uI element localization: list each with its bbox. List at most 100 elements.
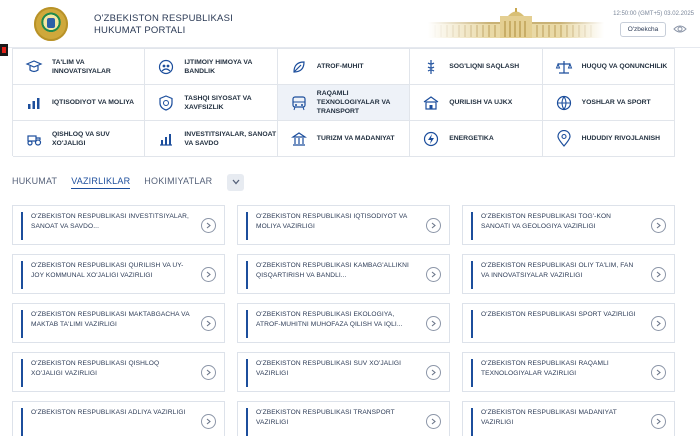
chevron-right-icon[interactable]: [201, 414, 216, 429]
category-label: TASHQI SIYOSAT VA XAVFSIZLIK: [184, 94, 252, 111]
category-label: QISHLOQ VA SUV XO'JALIGI: [52, 130, 110, 147]
category-foreign-policy[interactable]: TASHQI SIYOSAT VA XAVFSIZLIK: [145, 85, 278, 121]
youth-sport-icon: [555, 94, 573, 112]
language-selector-button[interactable]: O'zbekcha: [620, 22, 666, 37]
chevron-down-icon: [232, 179, 240, 185]
economy-icon: [25, 94, 43, 112]
ministry-name: O'ZBEKISTON RESPUBLIKASI SUV XO'JALIGI V…: [256, 360, 402, 377]
category-label: QURILISH VA UJKX: [449, 99, 513, 106]
ministry-card[interactable]: O'ZBEKISTON RESPUBLIKASI KAMBAG'ALLIKNI …: [237, 254, 450, 294]
side-widget-tab[interactable]: [0, 44, 8, 56]
category-law[interactable]: HUQUQ VA QONUNCHILIK: [542, 49, 675, 85]
chevron-right-icon[interactable]: [426, 218, 441, 233]
category-health[interactable]: SOG'LIQNI SAQLASH: [410, 49, 543, 85]
ministry-name: O'ZBEKISTON RESPUBLIKASI INVESTITSIYALAR…: [31, 213, 189, 230]
eye-icon[interactable]: [673, 24, 687, 34]
ministry-name: O'ZBEKISTON RESPUBLIKASI IQTISODIYOT VA …: [256, 213, 407, 230]
chevron-right-icon[interactable]: [201, 365, 216, 380]
chevron-right-icon[interactable]: [201, 218, 216, 233]
agriculture-icon: [25, 130, 43, 148]
category-label: YOSHLAR VA SPORT: [581, 99, 651, 106]
tab-hukumat[interactable]: HUKUMAT: [12, 176, 57, 188]
health-icon: [422, 58, 440, 76]
chevron-right-icon[interactable]: [651, 218, 666, 233]
foreign-policy-icon: [157, 94, 175, 112]
ministry-card[interactable]: O'ZBEKISTON RESPUBLIKASI ADLIYA VAZIRLIG…: [12, 401, 225, 436]
category-regional[interactable]: HUDUDIY RIVOJLANISH: [542, 121, 675, 157]
portal-title-line2: HUKUMAT PORTALI: [94, 25, 186, 36]
ministry-card[interactable]: O'ZBEKISTON RESPUBLIKASI OLIY TA'LIM, FA…: [462, 254, 675, 294]
portal-title[interactable]: O'ZBEKISTON RESPUBLIKASI HUKUMAT PORTALI: [94, 13, 233, 37]
state-emblem-logo[interactable]: [34, 7, 68, 41]
chevron-right-icon[interactable]: [426, 316, 441, 331]
category-youth-sport[interactable]: YOSHLAR VA SPORT: [542, 85, 675, 121]
environment-icon: [290, 58, 308, 76]
ministry-card[interactable]: O'ZBEKISTON RESPUBLIKASI RAQAMLI TEXNOLO…: [462, 352, 675, 392]
category-label: RAQAMLI TEXNOLOGIYALAR VA TRANSPORT: [316, 90, 391, 115]
category-agriculture[interactable]: QISHLOQ VA SUV XO'JALIGI: [13, 121, 146, 157]
investment-icon: [157, 130, 175, 148]
chevron-right-icon[interactable]: [426, 414, 441, 429]
category-label: ENERGETIKA: [449, 135, 494, 142]
tabs-dropdown-toggle[interactable]: [227, 173, 245, 191]
law-icon: [555, 58, 573, 76]
ministry-name: O'ZBEKISTON RESPUBLIKASI MAKTABGACHA VA …: [31, 311, 190, 328]
category-label: IQTISODIYOT VA MOLIYA: [52, 99, 135, 106]
ministry-card[interactable]: O'ZBEKISTON RESPUBLIKASI TOG'-KON SANOAT…: [462, 205, 675, 245]
government-building-illustration: [428, 8, 604, 38]
ministry-card[interactable]: O'ZBEKISTON RESPUBLIKASI TRANSPORT VAZIR…: [237, 401, 450, 436]
ministry-name: O'ZBEKISTON RESPUBLIKASI ADLIYA VAZIRLIG…: [31, 409, 186, 416]
category-social-protection[interactable]: IJTIMOIY HIMOYA VA BANDLIK: [145, 49, 278, 85]
category-investment[interactable]: INVESTITSIYALAR, SANOAT VA SAVDO: [145, 121, 278, 157]
chevron-right-icon[interactable]: [201, 316, 216, 331]
category-label: IJTIMOIY HIMOYA VA BANDLIK: [184, 58, 253, 75]
current-datetime: 12:50:00 (GMT+5) 03.02.2025: [613, 11, 694, 17]
chevron-right-icon[interactable]: [651, 267, 666, 282]
category-label: ATROF-MUHIT: [316, 63, 364, 70]
ministry-card[interactable]: O'ZBEKISTON RESPUBLIKASI SUV XO'JALIGI V…: [237, 352, 450, 392]
ministry-card[interactable]: O'ZBEKISTON RESPUBLIKASI IQTISODIYOT VA …: [237, 205, 450, 245]
category-tourism[interactable]: TURIZM VA MADANIYAT: [277, 121, 411, 157]
regional-icon: [555, 129, 573, 148]
chevron-right-icon[interactable]: [201, 267, 216, 282]
directory-tabs: HUKUMAT VAZIRLIKLAR HOKIMIYATLAR: [12, 172, 245, 192]
category-label: SOG'LIQNI SAQLASH: [449, 63, 520, 70]
category-economy[interactable]: IQTISODIYOT VA MOLIYA: [13, 85, 146, 121]
ministry-card[interactable]: O'ZBEKISTON RESPUBLIKASI QISHLOQ XO'JALI…: [12, 352, 225, 392]
chevron-right-icon[interactable]: [426, 365, 441, 380]
ministry-card[interactable]: O'ZBEKISTON RESPUBLIKASI QURILISH VA UY-…: [12, 254, 225, 294]
chevron-right-icon[interactable]: [426, 267, 441, 282]
category-label: HUDUDIY RIVOJLANISH: [581, 135, 661, 142]
social-protection-icon: [157, 58, 175, 76]
category-environment[interactable]: ATROF-MUHIT: [277, 49, 411, 85]
category-energy[interactable]: ENERGETIKA: [410, 121, 543, 157]
category-digital-transport[interactable]: RAQAMLI TEXNOLOGIYALAR VA TRANSPORT: [277, 85, 411, 121]
tab-vazirliklar[interactable]: VAZIRLIKLAR: [71, 176, 131, 189]
category-education[interactable]: TA'LIM VA INNOVATSIYALAR: [13, 49, 146, 85]
ministry-card[interactable]: O'ZBEKISTON RESPUBLIKASI MAKTABGACHA VA …: [12, 303, 225, 343]
category-label: TA'LIM VA INNOVATSIYALAR: [52, 58, 111, 75]
ministry-name: O'ZBEKISTON RESPUBLIKASI QISHLOQ XO'JALI…: [31, 360, 160, 377]
ministry-card[interactable]: O'ZBEKISTON RESPUBLIKASI EKOLOGIYA, ATRO…: [237, 303, 450, 343]
ministry-name: O'ZBEKISTON RESPUBLIKASI TRANSPORT VAZIR…: [256, 409, 395, 426]
tab-hokimiyatlar[interactable]: HOKIMIYATLAR: [144, 176, 212, 188]
category-label: TURIZM VA MADANIYAT: [316, 135, 395, 142]
ministry-card[interactable]: O'ZBEKISTON RESPUBLIKASI INVESTITSIYALAR…: [12, 205, 225, 245]
ministry-card[interactable]: O'ZBEKISTON RESPUBLIKASI SPORT VAZIRLIGI: [462, 303, 675, 343]
ministry-card[interactable]: O'ZBEKISTON RESPUBLIKASI MADANIYAT VAZIR…: [462, 401, 675, 436]
energy-icon: [422, 130, 440, 148]
chevron-right-icon[interactable]: [651, 414, 666, 429]
category-construction[interactable]: QURILISH VA UJKX: [410, 85, 543, 121]
construction-icon: [422, 94, 440, 112]
site-header: O'ZBEKISTON RESPUBLIKASI HUKUMAT PORTALI: [0, 0, 700, 48]
ministry-name: O'ZBEKISTON RESPUBLIKASI MADANIYAT VAZIR…: [481, 409, 617, 426]
ministry-name: O'ZBEKISTON RESPUBLIKASI EKOLOGIYA, ATRO…: [256, 311, 403, 328]
ministry-name: O'ZBEKISTON RESPUBLIKASI OLIY TA'LIM, FA…: [481, 262, 634, 279]
category-label: INVESTITSIYALAR, SANOAT VA SAVDO: [184, 130, 277, 147]
education-icon: [25, 58, 43, 76]
chevron-right-icon[interactable]: [651, 365, 666, 380]
chevron-right-icon[interactable]: [651, 316, 666, 331]
ministry-name: O'ZBEKISTON RESPUBLIKASI RAQAMLI TEXNOLO…: [481, 360, 609, 377]
ministry-name: O'ZBEKISTON RESPUBLIKASI QURILISH VA UY-…: [31, 262, 184, 279]
portal-title-line1: O'ZBEKISTON RESPUBLIKASI: [94, 13, 233, 24]
